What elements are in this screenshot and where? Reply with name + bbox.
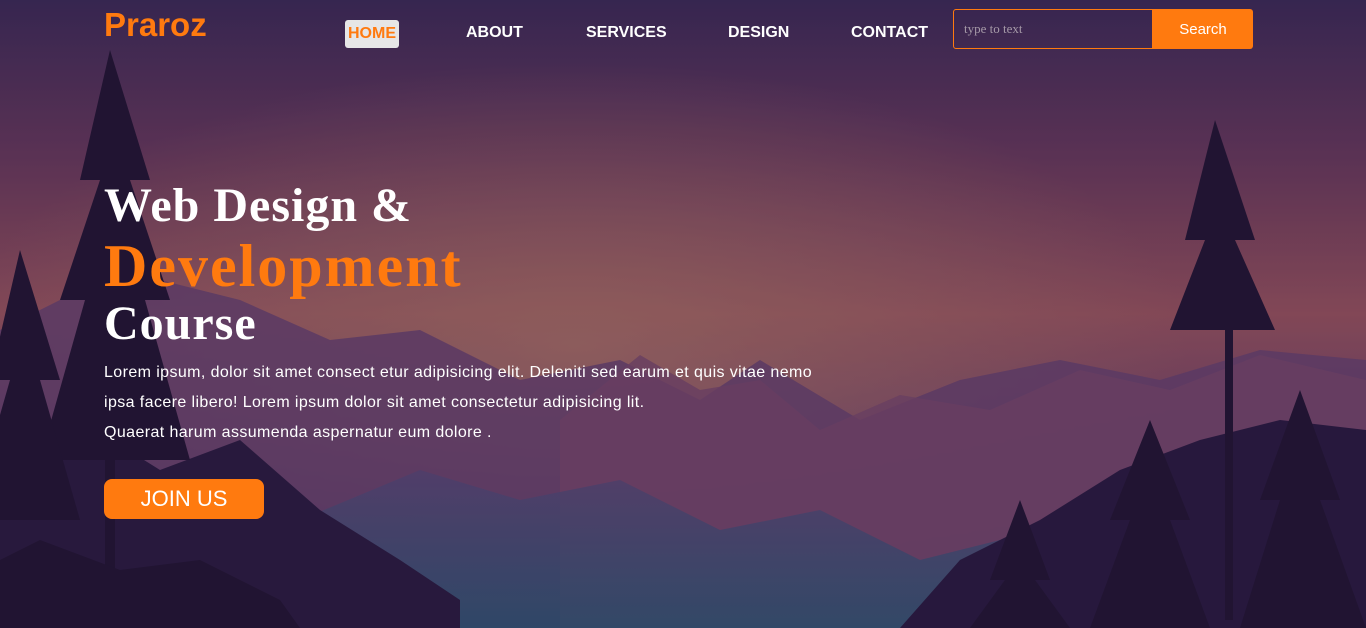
- search-button[interactable]: Search: [1153, 9, 1253, 49]
- brand-logo[interactable]: Praroz: [104, 6, 207, 44]
- hero-description-line: Quaerat harum assumenda aspernatur eum d…: [104, 424, 492, 441]
- nav-home[interactable]: HOME: [345, 20, 399, 48]
- search-input[interactable]: [953, 9, 1153, 49]
- nav-services[interactable]: SERVICES: [586, 24, 667, 42]
- join-us-button[interactable]: JOIN US: [104, 479, 264, 519]
- hero-description-line: Lorem ipsum, dolor sit amet consect etur…: [104, 364, 813, 381]
- hero-description-line: ipsa facere libero! Lorem ipsum dolor si…: [104, 394, 645, 411]
- nav-contact[interactable]: CONTACT: [851, 24, 928, 42]
- nav-design[interactable]: DESIGN: [728, 24, 789, 42]
- top-navbar: Praroz HOME ABOUT SERVICES DESIGN CONTAC…: [0, 0, 1366, 60]
- hero-title-line-2: Development: [104, 233, 463, 299]
- search-form: Search: [953, 9, 1253, 49]
- hero-title-line-1: Web Design &: [104, 179, 413, 232]
- hero-title-line-3: Course: [104, 297, 257, 350]
- hero-description: Lorem ipsum, dolor sit amet consect etur…: [104, 358, 924, 448]
- hero-section: Web Design & Development Course Lorem ip…: [104, 182, 924, 448]
- nav-about[interactable]: ABOUT: [466, 24, 523, 42]
